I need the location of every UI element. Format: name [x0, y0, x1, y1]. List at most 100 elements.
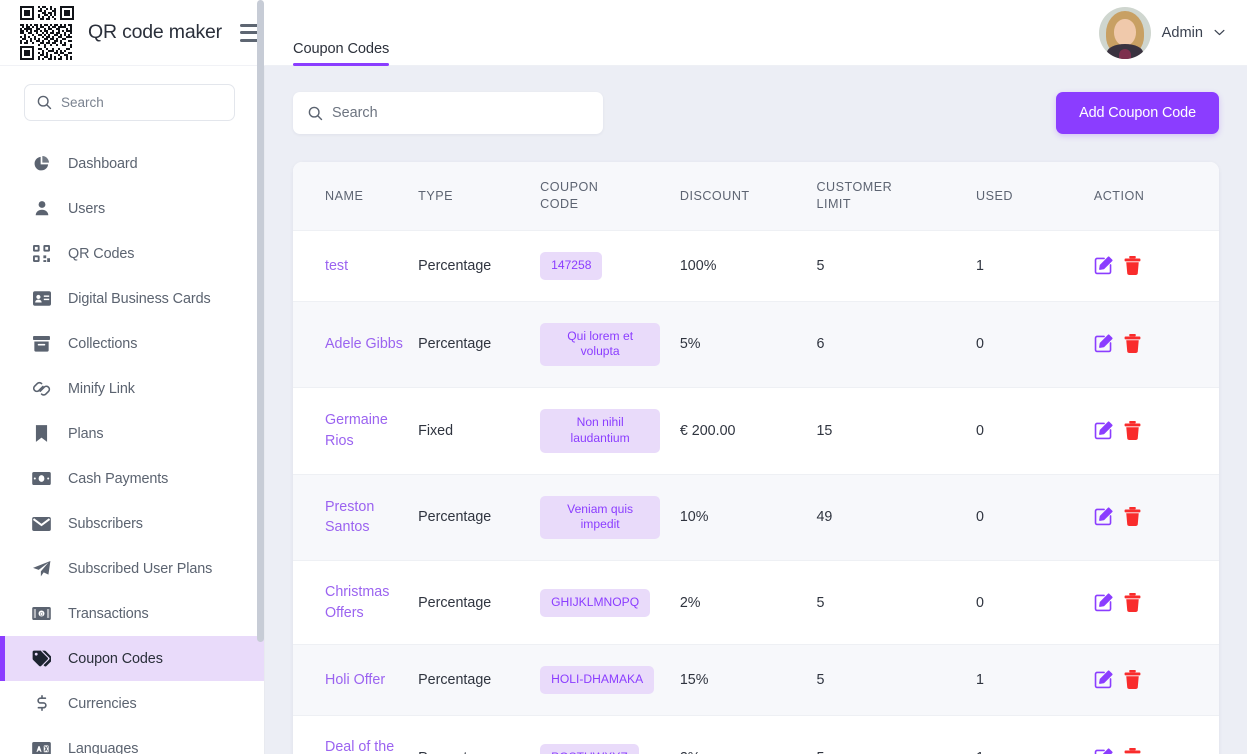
- cell-used: 1: [975, 644, 1094, 716]
- sidebar-item-label: Coupon Codes: [68, 650, 163, 667]
- topbar-tabs: Coupon Codes: [265, 0, 390, 66]
- cell-coupon-code: GHIJKLMNOPQ: [540, 560, 680, 645]
- table-row: Holi Offer Percentage HOLI-DHAMAKA 15% 5 1: [293, 644, 1219, 716]
- edit-pencil-icon[interactable]: [1094, 670, 1113, 690]
- cell-action: [1093, 230, 1219, 302]
- trash-icon[interactable]: [1124, 507, 1143, 527]
- coupon-name-link[interactable]: Preston Santos: [325, 497, 418, 538]
- sidebar-item-transactions[interactable]: 0 Transactions: [0, 591, 265, 636]
- qr-code-icon: [32, 244, 51, 263]
- column-header-discount: DISCOUNT: [679, 162, 817, 231]
- cell-used: 0: [975, 300, 1094, 388]
- sidebar-item-languages[interactable]: Languages: [0, 726, 265, 754]
- sidebar-item-label: Currencies: [68, 695, 137, 712]
- sidebar-item-digital-business-cards[interactable]: Digital Business Cards: [0, 276, 265, 321]
- cell-action: [1093, 644, 1219, 716]
- edit-pencil-icon[interactable]: [1094, 507, 1113, 527]
- coupon-type: Percentage: [418, 594, 492, 611]
- coupon-name-link[interactable]: Deal of the hour: [325, 737, 418, 754]
- table-row: Adele Gibbs Percentage Qui lorem et volupt…: [293, 300, 1219, 388]
- cell-customer-limit: 49: [816, 473, 976, 561]
- trash-icon[interactable]: [1124, 255, 1143, 276]
- sidebar-search-input[interactable]: [61, 95, 211, 110]
- archive-box-icon: [32, 334, 51, 353]
- coupon-name-link[interactable]: test: [325, 256, 348, 277]
- sidebar-scrollbar[interactable]: [257, 0, 264, 642]
- coupon-used: 0: [975, 509, 984, 526]
- user-menu[interactable]: Admin: [1098, 6, 1225, 59]
- cell-action: [1093, 473, 1219, 561]
- content-scrollbar[interactable]: [1237, 136, 1243, 316]
- trash-icon[interactable]: [1124, 747, 1143, 754]
- coupon-limit: 6: [816, 336, 825, 353]
- add-coupon-code-button[interactable]: Add Coupon Code: [1056, 92, 1219, 134]
- sidebar-item-label: Dashboard: [68, 155, 138, 172]
- coupon-search[interactable]: [293, 92, 603, 134]
- sidebar-scroll-area: Dashboard Users: [0, 66, 265, 754]
- cell-customer-limit: 5: [816, 560, 976, 645]
- sidebar-item-label: Minify Link: [68, 380, 135, 397]
- coupon-name-link[interactable]: Adele Gibbs: [325, 334, 403, 355]
- user-icon: [32, 199, 51, 218]
- sidebar-item-plans[interactable]: Plans: [0, 411, 265, 456]
- sidebar-item-coupon-codes[interactable]: Coupon Codes: [0, 636, 265, 681]
- sidebar-item-collections[interactable]: Collections: [0, 321, 265, 366]
- table-toolbar: Add Coupon Code: [293, 92, 1219, 134]
- coupon-name-link[interactable]: Germaine Rios: [325, 410, 418, 451]
- cell-name: Holi Offer: [293, 644, 419, 716]
- cell-type: Percentage: [418, 644, 541, 716]
- edit-pencil-icon[interactable]: [1094, 421, 1113, 441]
- cell-name: Christmas Offers: [293, 560, 419, 645]
- coupon-type: Percentage: [418, 257, 492, 274]
- cell-name: Preston Santos: [293, 473, 419, 561]
- sidebar-item-minify-link[interactable]: Minify Link: [0, 366, 265, 411]
- sidebar-item-label: Digital Business Cards: [68, 290, 211, 307]
- coupon-name-link[interactable]: Holi Offer: [325, 670, 385, 691]
- trash-icon[interactable]: [1124, 592, 1143, 613]
- sidebar-item-users[interactable]: Users: [0, 186, 265, 231]
- coupon-code-badge: GHIJKLMNOPQ: [540, 588, 651, 617]
- id-card-icon: [32, 289, 51, 308]
- cell-used: 0: [975, 387, 1094, 475]
- cell-discount: 10%: [679, 473, 817, 561]
- coupon-used: 1: [975, 257, 984, 274]
- cell-action: [1093, 387, 1219, 475]
- sidebar-item-label: Subscribed User Plans: [68, 560, 213, 577]
- sidebar-nav: Dashboard Users QR Codes Digital Busines…: [0, 141, 265, 754]
- coupon-code-badge: 147258: [540, 252, 603, 280]
- edit-pencil-icon[interactable]: [1094, 593, 1113, 613]
- sidebar-item-label: Users: [68, 200, 106, 217]
- envelope-icon: [32, 514, 51, 533]
- table-row: test Percentage 147258 100% 5 1: [293, 230, 1219, 302]
- sidebar-item-qr-codes[interactable]: QR Codes: [0, 231, 265, 276]
- link-icon: [32, 379, 51, 398]
- banknote-icon: [32, 469, 51, 488]
- edit-pencil-icon[interactable]: [1094, 334, 1113, 354]
- sidebar-item-subscribers[interactable]: Subscribers: [0, 501, 265, 546]
- topbar: Coupon Codes Admin: [265, 0, 1247, 66]
- edit-pencil-icon[interactable]: [1094, 256, 1113, 276]
- sidebar-item-dashboard[interactable]: Dashboard: [0, 141, 265, 186]
- coupon-limit: 49: [816, 509, 833, 526]
- coupon-search-input[interactable]: [332, 105, 588, 121]
- coupon-limit: 5: [816, 750, 824, 754]
- trash-icon[interactable]: [1124, 334, 1143, 354]
- sidebar-item-subscribed-user-plans[interactable]: Subscribed User Plans: [0, 546, 265, 591]
- sidebar-item-currencies[interactable]: Currencies: [0, 681, 265, 726]
- cell-name: Deal of the hour: [293, 715, 419, 754]
- trash-icon[interactable]: [1124, 420, 1143, 441]
- tab-coupon-codes[interactable]: Coupon Codes: [293, 41, 390, 66]
- sidebar: QR code maker Search Dashboard Users QR …: [0, 0, 265, 754]
- coupon-type: Percentage: [418, 336, 492, 353]
- sidebar-item-cash-payments[interactable]: Cash Payments: [0, 456, 265, 501]
- cell-customer-limit: 15: [816, 387, 976, 475]
- coupon-name-link[interactable]: Christmas Offers: [325, 582, 418, 623]
- coupon-used: 0: [975, 422, 984, 439]
- cell-type: Percentage: [418, 300, 541, 388]
- edit-pencil-icon[interactable]: [1094, 748, 1113, 754]
- trash-icon[interactable]: [1124, 670, 1143, 690]
- column-header-customer-limit: CUSTOMER LIMIT: [816, 162, 976, 231]
- cell-name: Adele Gibbs: [293, 300, 419, 388]
- sidebar-search[interactable]: [24, 84, 235, 121]
- chevron-down-icon[interactable]: [1214, 29, 1225, 36]
